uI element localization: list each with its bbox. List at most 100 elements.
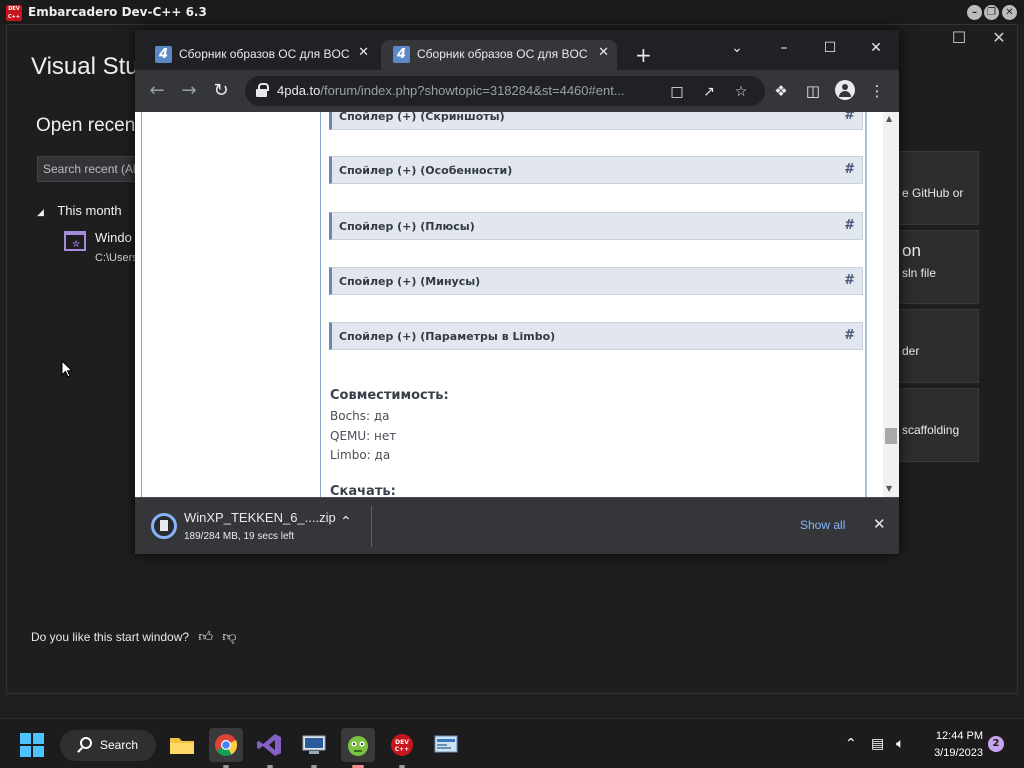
visual-studio-app[interactable] [253,728,287,768]
spoiler-cons[interactable]: Спойлер (+) (Минусы) # [329,267,863,295]
card-title: on [902,241,921,260]
devcpp-restore-button[interactable]: ❐ [984,5,999,20]
compat-qemu: QEMU: нет [330,429,397,443]
feedback-prompt: Do you like this start window? 👍︎ 👎︎ [31,628,237,645]
dev-cpp-app[interactable]: DEV C++ [385,728,419,768]
card-text: e GitHub or [902,186,964,200]
thumbs-down-icon[interactable]: 👎︎ [222,628,236,644]
chrome-app[interactable] [209,728,243,768]
spoiler-label: Спойлер (+) (Минусы) [339,275,481,288]
devcpp-close-button[interactable]: ✕ [1002,5,1017,20]
tab-search-chevron-icon[interactable]: ⌄ [717,36,757,60]
control-panel-app[interactable] [429,728,463,762]
close-download-shelf-icon[interactable]: ✕ [873,515,886,533]
collapse-triangle-icon: ◢ [37,207,44,217]
download-separator [371,506,372,547]
spoiler-pros[interactable]: Спойлер (+) (Плюсы) # [329,212,863,240]
volume-icon[interactable]: 🔈︎ [896,736,904,752]
url-text[interactable]: 4pda.to/forum/index.php?showtopic=318284… [277,83,657,98]
reload-icon[interactable]: ↻ [209,79,233,103]
spoiler-anchor-link[interactable]: # [844,218,855,233]
recent-group-this-month[interactable]: ◢ This month [37,203,122,218]
download-options-chevron-icon[interactable]: ⌃ [340,514,352,530]
network-icon[interactable]: ▤ [871,736,884,752]
recent-group-label: This month [57,203,122,218]
chrome-minimize-button[interactable]: – [764,36,804,60]
post-author-column [141,112,321,497]
compatibility-heading: Совместимость: [330,388,449,403]
solution-file-icon: ✮ [64,231,86,251]
game-character-icon [348,736,368,756]
chrome-toolbar: ← → ↻ 4pda.to/forum/index.php?showtopic=… [135,70,899,112]
notification-badge[interactable]: 2 [988,736,1004,752]
spoiler-label: Спойлер (+) (Скриншоты) [339,112,505,123]
clock-time[interactable]: 12:44 PM [931,730,983,742]
chrome-logo-icon [215,734,238,756]
card-text: der [902,344,920,358]
svg-text:DEV: DEV [395,739,409,746]
devcpp-minimize-button[interactable]: – [967,5,982,20]
open-recent-heading: Open recent [36,115,141,136]
share-icon[interactable]: ↗ [699,82,719,102]
windows-start-button[interactable] [20,733,44,757]
spoiler-label: Спойлер (+) (Особенности) [339,164,513,177]
download-progress-text: 189/284 MB, 19 secs left [184,531,295,542]
zip-file-icon[interactable] [151,513,177,539]
recent-item-name[interactable]: Windo [95,230,132,245]
bookmark-star-icon[interactable]: ☆ [731,82,751,102]
remote-desktop-app[interactable] [297,728,331,768]
tab-title: Сборник образов ОС для BOCH [179,47,349,61]
chrome-close-button[interactable]: ✕ [856,36,896,60]
spoiler-label: Спойлер (+) (Параметры в Limbo) [339,330,556,343]
scroll-up-arrow-icon[interactable]: ▲ [886,114,892,123]
tab-strip[interactable]: 4 Сборник образов ОС для BOCH ✕ 4 Сборни… [135,30,899,70]
vs-maximize-button[interactable]: ☐ [939,27,979,49]
menu-kebab-icon[interactable]: ⋮ [866,80,888,102]
card-text: sln file [902,266,937,280]
translate-icon[interactable]: □ [667,82,687,102]
extensions-puzzle-icon[interactable]: ❖ [770,80,792,102]
tab-close-icon[interactable]: ✕ [598,45,609,60]
spoiler-anchor-link[interactable]: # [844,112,855,123]
spoiler-anchor-link[interactable]: # [844,328,855,343]
profile-avatar-icon[interactable] [835,80,855,100]
compat-limbo: Limbo: да [330,448,391,462]
game-app[interactable] [341,728,375,768]
devcpp-titlebar[interactable]: DEV C++ Embarcadero Dev-C++ 6.3 – ❐ ✕ [0,0,1024,24]
spoiler-features[interactable]: Спойлер (+) (Особенности) # [329,156,863,184]
address-bar[interactable]: 4pda.to/forum/index.php?showtopic=318284… [245,76,765,106]
download-filename[interactable]: WinXP_TEKKEN_6_....zip [184,510,336,525]
tab-close-icon[interactable]: ✕ [358,45,369,60]
show-all-downloads-link[interactable]: Show all [800,518,845,532]
card-text: scaffolding [902,423,960,437]
scrollbar-thumb[interactable] [885,428,897,444]
chrome-maximize-button[interactable]: ☐ [810,36,850,60]
tab-4pda-2[interactable]: 4 Сборник образов ОС для BOCH ✕ [381,40,617,70]
dev-cpp-icon: DEV C++ [391,734,413,756]
thumbs-up-icon[interactable]: 👍︎ [198,628,213,644]
taskbar-search-button[interactable]: Search [60,730,156,761]
4pda-favicon-icon: 4 [155,46,172,63]
control-panel-icon [434,735,458,753]
side-panel-icon[interactable]: ◫ [802,80,824,102]
scroll-down-arrow-icon[interactable]: ▼ [886,484,892,493]
spoiler-label: Спойлер (+) (Плюсы) [339,220,475,233]
spoiler-limbo-params[interactable]: Спойлер (+) (Параметры в Limbo) # [329,322,863,350]
page-scrollbar[interactable]: ▲ ▼ [883,112,899,497]
spoiler-screenshots[interactable]: Спойлер (+) (Скриншоты) # [329,112,863,130]
spoiler-anchor-link[interactable]: # [844,273,855,288]
vs-close-button[interactable]: ✕ [979,27,1019,49]
new-tab-button[interactable]: + [635,43,652,67]
post-body: Спойлер (+) (Скриншоты) # Спойлер (+) (О… [325,112,867,497]
tab-4pda-1[interactable]: 4 Сборник образов ОС для BOCH ✕ [143,40,377,70]
mouse-cursor-icon [61,360,73,378]
lock-icon[interactable] [256,83,269,97]
show-hidden-icons-chevron-icon[interactable]: ⌃ [845,736,857,752]
feedback-text: Do you like this start window? [31,630,190,644]
visual-studio-icon [257,734,281,756]
clock-date[interactable]: 3/19/2023 [921,747,983,759]
file-explorer-app[interactable] [165,728,199,762]
spoiler-anchor-link[interactable]: # [844,162,855,177]
back-arrow-icon[interactable]: ← [145,79,169,103]
forward-arrow-icon[interactable]: → [177,79,201,103]
